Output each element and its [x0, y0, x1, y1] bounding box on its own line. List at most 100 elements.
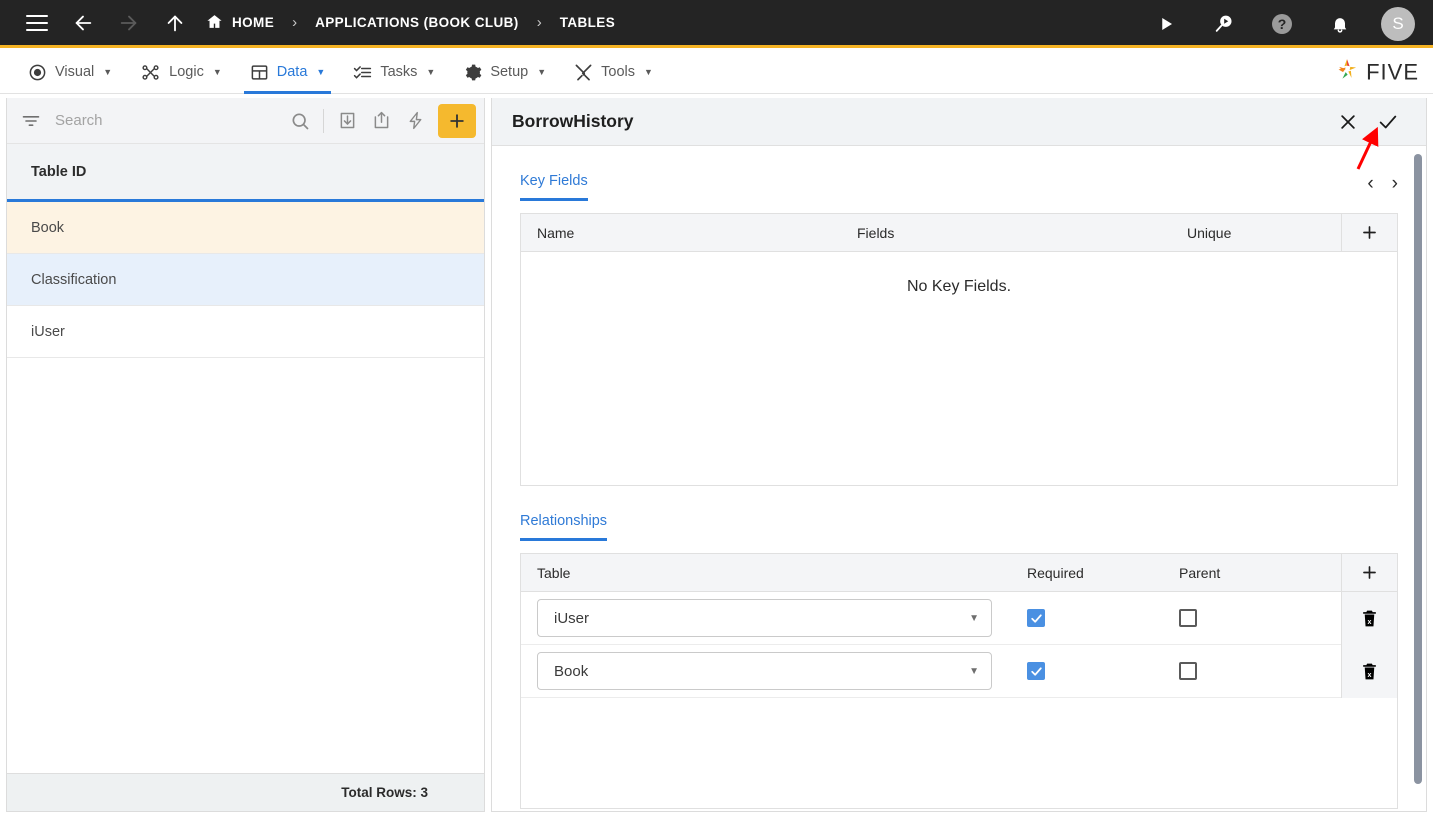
column-header-table-id: Table ID [31, 163, 87, 180]
list-toolbar [7, 98, 484, 144]
search-icon[interactable] [283, 104, 317, 138]
column-header-fields[interactable]: Fields [841, 225, 1171, 241]
relationship-table-select[interactable]: Book ▼ [537, 652, 992, 690]
menu-item-tools[interactable]: Tools ▼ [560, 51, 667, 94]
topbar-left-controls: HOME › APPLICATIONS (BOOK CLUB) › TABLES [0, 0, 617, 47]
breadcrumb-separator-2: › [536, 14, 542, 31]
export-icon[interactable] [364, 104, 398, 138]
forward-arrow-icon[interactable] [112, 6, 146, 40]
next-page-icon[interactable]: › [1392, 174, 1398, 193]
chevron-down-icon: ▼ [537, 67, 547, 77]
tab-label-key-fields: Key Fields [520, 173, 588, 189]
top-navigation-bar: HOME › APPLICATIONS (BOOK CLUB) › TABLES… [0, 0, 1433, 48]
menu-icon[interactable] [20, 6, 54, 40]
menu-item-logic[interactable]: Logic ▼ [126, 51, 236, 94]
avatar[interactable]: S [1381, 7, 1415, 41]
menu-item-setup[interactable]: Setup ▼ [449, 51, 560, 94]
search-run-icon[interactable] [1207, 7, 1241, 41]
required-cell [1011, 662, 1163, 680]
app-window: HOME › APPLICATIONS (BOOK CLUB) › TABLES… [0, 0, 1433, 818]
chevron-down-icon: ▼ [426, 67, 436, 77]
relationship-table-value: Book [554, 662, 589, 680]
logic-nodes-icon [140, 63, 161, 82]
filter-icon[interactable] [21, 111, 41, 131]
breadcrumb-item-tables[interactable]: TABLES [558, 15, 617, 30]
detail-scrollbar[interactable] [1414, 154, 1422, 806]
gear-icon [463, 63, 482, 82]
chevron-down-icon: ▼ [644, 67, 653, 77]
import-icon[interactable] [330, 104, 364, 138]
key-fields-section-header: Key Fields ‹ › [520, 146, 1398, 201]
scrollbar-thumb[interactable] [1414, 154, 1422, 784]
detail-header: BorrowHistory [492, 98, 1426, 146]
breadcrumb-label-home: HOME [232, 15, 275, 30]
breadcrumb-item-applications[interactable]: APPLICATIONS (BOOK CLUB) [313, 15, 521, 30]
svg-text:?: ? [1278, 16, 1287, 32]
close-button[interactable] [1328, 102, 1368, 142]
relationships-table: Table Required Parent iUser ▼ x Book ▼ x [520, 553, 1398, 809]
tools-icon [574, 63, 593, 82]
breadcrumb-separator: › [292, 14, 298, 31]
table-detail-panel: BorrowHistory Key Fields ‹ › Name Fields… [491, 98, 1427, 812]
prev-page-icon[interactable]: ‹ [1367, 174, 1373, 193]
up-arrow-icon[interactable] [158, 6, 192, 40]
page-title: BorrowHistory [512, 111, 634, 131]
parent-cell [1163, 609, 1313, 627]
list-item[interactable]: iUser [7, 306, 484, 358]
tab-key-fields[interactable]: Key Fields [520, 172, 588, 201]
column-header-required[interactable]: Required [1011, 565, 1163, 581]
total-rows-label: Total Rows: 3 [341, 785, 428, 800]
key-fields-table-header: Name Fields Unique [521, 213, 1397, 252]
list-item-label: Classification [31, 271, 117, 288]
eye-icon [28, 63, 47, 82]
parent-checkbox[interactable] [1179, 609, 1197, 627]
tab-label-relationships: Relationships [520, 513, 608, 529]
column-header-parent[interactable]: Parent [1163, 565, 1313, 581]
grid-icon [250, 63, 269, 82]
menu-label-visual: Visual [55, 64, 95, 80]
delete-relationship-button[interactable]: x [1341, 644, 1397, 698]
column-header-name[interactable]: Name [521, 225, 841, 241]
lightning-icon[interactable] [398, 104, 432, 138]
parent-checkbox[interactable] [1179, 662, 1197, 680]
breadcrumb-item-home[interactable]: HOME [204, 13, 276, 33]
play-icon[interactable] [1149, 7, 1183, 41]
confirm-button[interactable] [1368, 102, 1408, 142]
required-checkbox[interactable] [1027, 609, 1045, 627]
list-item-label: Book [31, 219, 65, 236]
home-icon [206, 13, 223, 33]
relationships-section-header: Relationships [520, 486, 1398, 541]
tables-list-panel: Table ID Book Classification iUser Total… [6, 98, 485, 812]
menu-label-tasks: Tasks [380, 64, 418, 80]
menu-item-tasks[interactable]: Tasks ▼ [339, 51, 449, 94]
menu-item-visual[interactable]: Visual ▼ [14, 51, 126, 94]
help-icon[interactable]: ? [1265, 7, 1299, 41]
column-header-unique[interactable]: Unique [1171, 225, 1321, 241]
svg-text:x: x [1368, 618, 1372, 626]
list-column-header[interactable]: Table ID [7, 144, 484, 202]
list-item[interactable]: Book [7, 202, 484, 254]
table-row: iUser ▼ x [521, 591, 1397, 645]
relationship-table-select[interactable]: iUser ▼ [537, 599, 992, 637]
bell-icon[interactable] [1323, 7, 1357, 41]
required-checkbox[interactable] [1027, 662, 1045, 680]
tab-relationships[interactable]: Relationships [520, 512, 608, 541]
key-fields-empty-message: No Key Fields. [521, 252, 1397, 485]
add-key-field-button[interactable] [1341, 213, 1397, 252]
list-item[interactable]: Classification [7, 254, 484, 306]
tables-list: Book Classification iUser [7, 202, 484, 773]
add-table-button[interactable] [438, 103, 476, 138]
search-input[interactable] [55, 112, 283, 129]
brand-logo: FIVE [1334, 57, 1419, 88]
relationships-table-header: Table Required Parent [521, 553, 1397, 592]
column-header-table[interactable]: Table [521, 565, 1011, 581]
chevron-down-icon: ▼ [969, 612, 979, 624]
back-arrow-icon[interactable] [66, 6, 100, 40]
brand-text: FIVE [1366, 59, 1419, 84]
menu-item-data[interactable]: Data ▼ [236, 51, 340, 94]
delete-relationship-button[interactable]: x [1341, 591, 1397, 645]
add-relationship-button[interactable] [1341, 553, 1397, 592]
topbar-right-controls: ? S [1149, 0, 1415, 48]
chevron-down-icon: ▼ [969, 665, 979, 677]
key-fields-pager: ‹ › [1367, 174, 1398, 201]
